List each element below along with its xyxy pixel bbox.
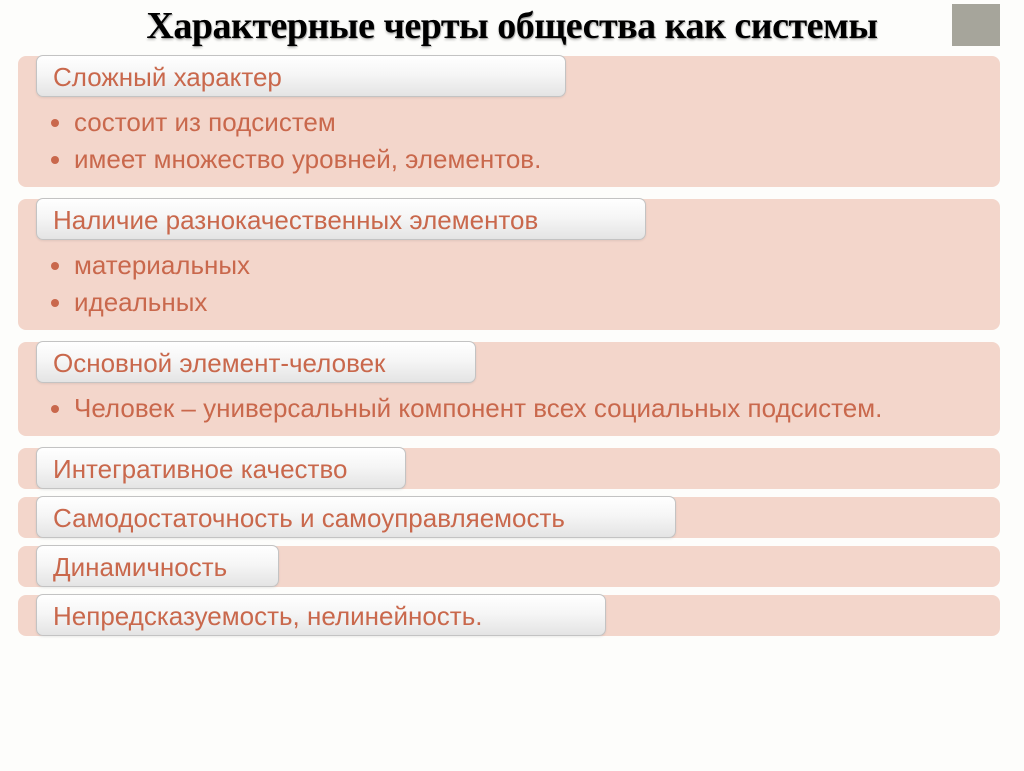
section-body: материальных идеальных [18, 240, 1000, 330]
section-body: Человек – универсальный компонент всех с… [18, 383, 1000, 436]
section-unpredictability: Непредсказуемость, нелинейность. [18, 595, 1000, 636]
page-title: Характерные черты общества как системы [0, 4, 1024, 48]
section-main-element-human: Основной элемент-человек Человек – униве… [18, 342, 1000, 436]
sections-container: Сложный характер состоит из подсистем им… [0, 56, 1024, 636]
section-header: Основной элемент-человек [36, 341, 476, 383]
section-body: состоит из подсистем имеет множество уро… [18, 97, 1000, 187]
slide-corner-tab [952, 4, 1000, 46]
section-complex-character: Сложный характер состоит из подсистем им… [18, 56, 1000, 187]
section-header: Интегративное качество [36, 447, 406, 489]
section-heterogeneous-elements: Наличие разнокачественных элементов мате… [18, 199, 1000, 330]
section-header: Динамичность [36, 545, 279, 587]
section-integrative-quality: Интегративное качество [18, 448, 1000, 489]
bullet-item: Человек – универсальный компонент всех с… [74, 391, 960, 426]
bullet-item: идеальных [74, 285, 960, 320]
section-header: Непредсказуемость, нелинейность. [36, 594, 606, 636]
bullet-item: имеет множество уровней, элементов. [74, 142, 960, 177]
section-self-sufficiency: Самодостаточность и самоуправляемость [18, 497, 1000, 538]
bullet-item: материальных [74, 248, 960, 283]
section-header: Наличие разнокачественных элементов [36, 198, 646, 240]
bullet-item: состоит из подсистем [74, 105, 960, 140]
section-header: Сложный характер [36, 55, 566, 97]
section-header: Самодостаточность и самоуправляемость [36, 496, 676, 538]
section-dynamism: Динамичность [18, 546, 1000, 587]
